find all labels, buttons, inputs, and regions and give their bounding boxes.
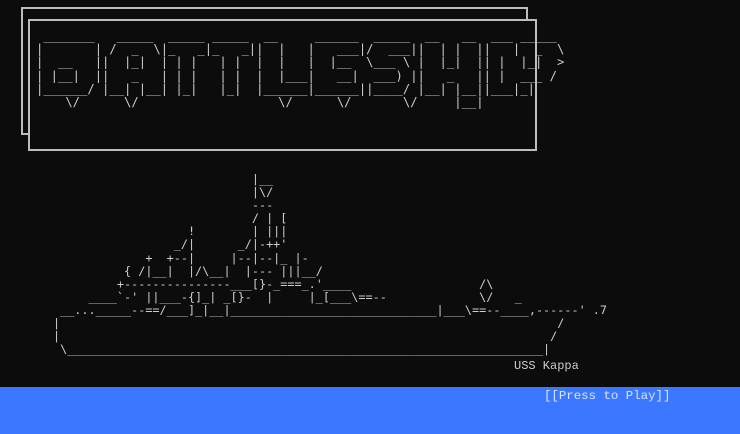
battleship-ascii-art: |__ |\/ --- / | [ ! | ||| _/| _/|-++' + … xyxy=(53,172,607,357)
ship-name-label: USS Kappa xyxy=(514,359,579,373)
terminal-window: _______ _____ _____ _____ __ ______ ____… xyxy=(0,0,740,434)
press-to-play-button[interactable]: [[Press to Play]] xyxy=(544,388,670,404)
battleship-title-ascii: _______ _____ _____ _____ __ ______ ____… xyxy=(36,29,565,110)
